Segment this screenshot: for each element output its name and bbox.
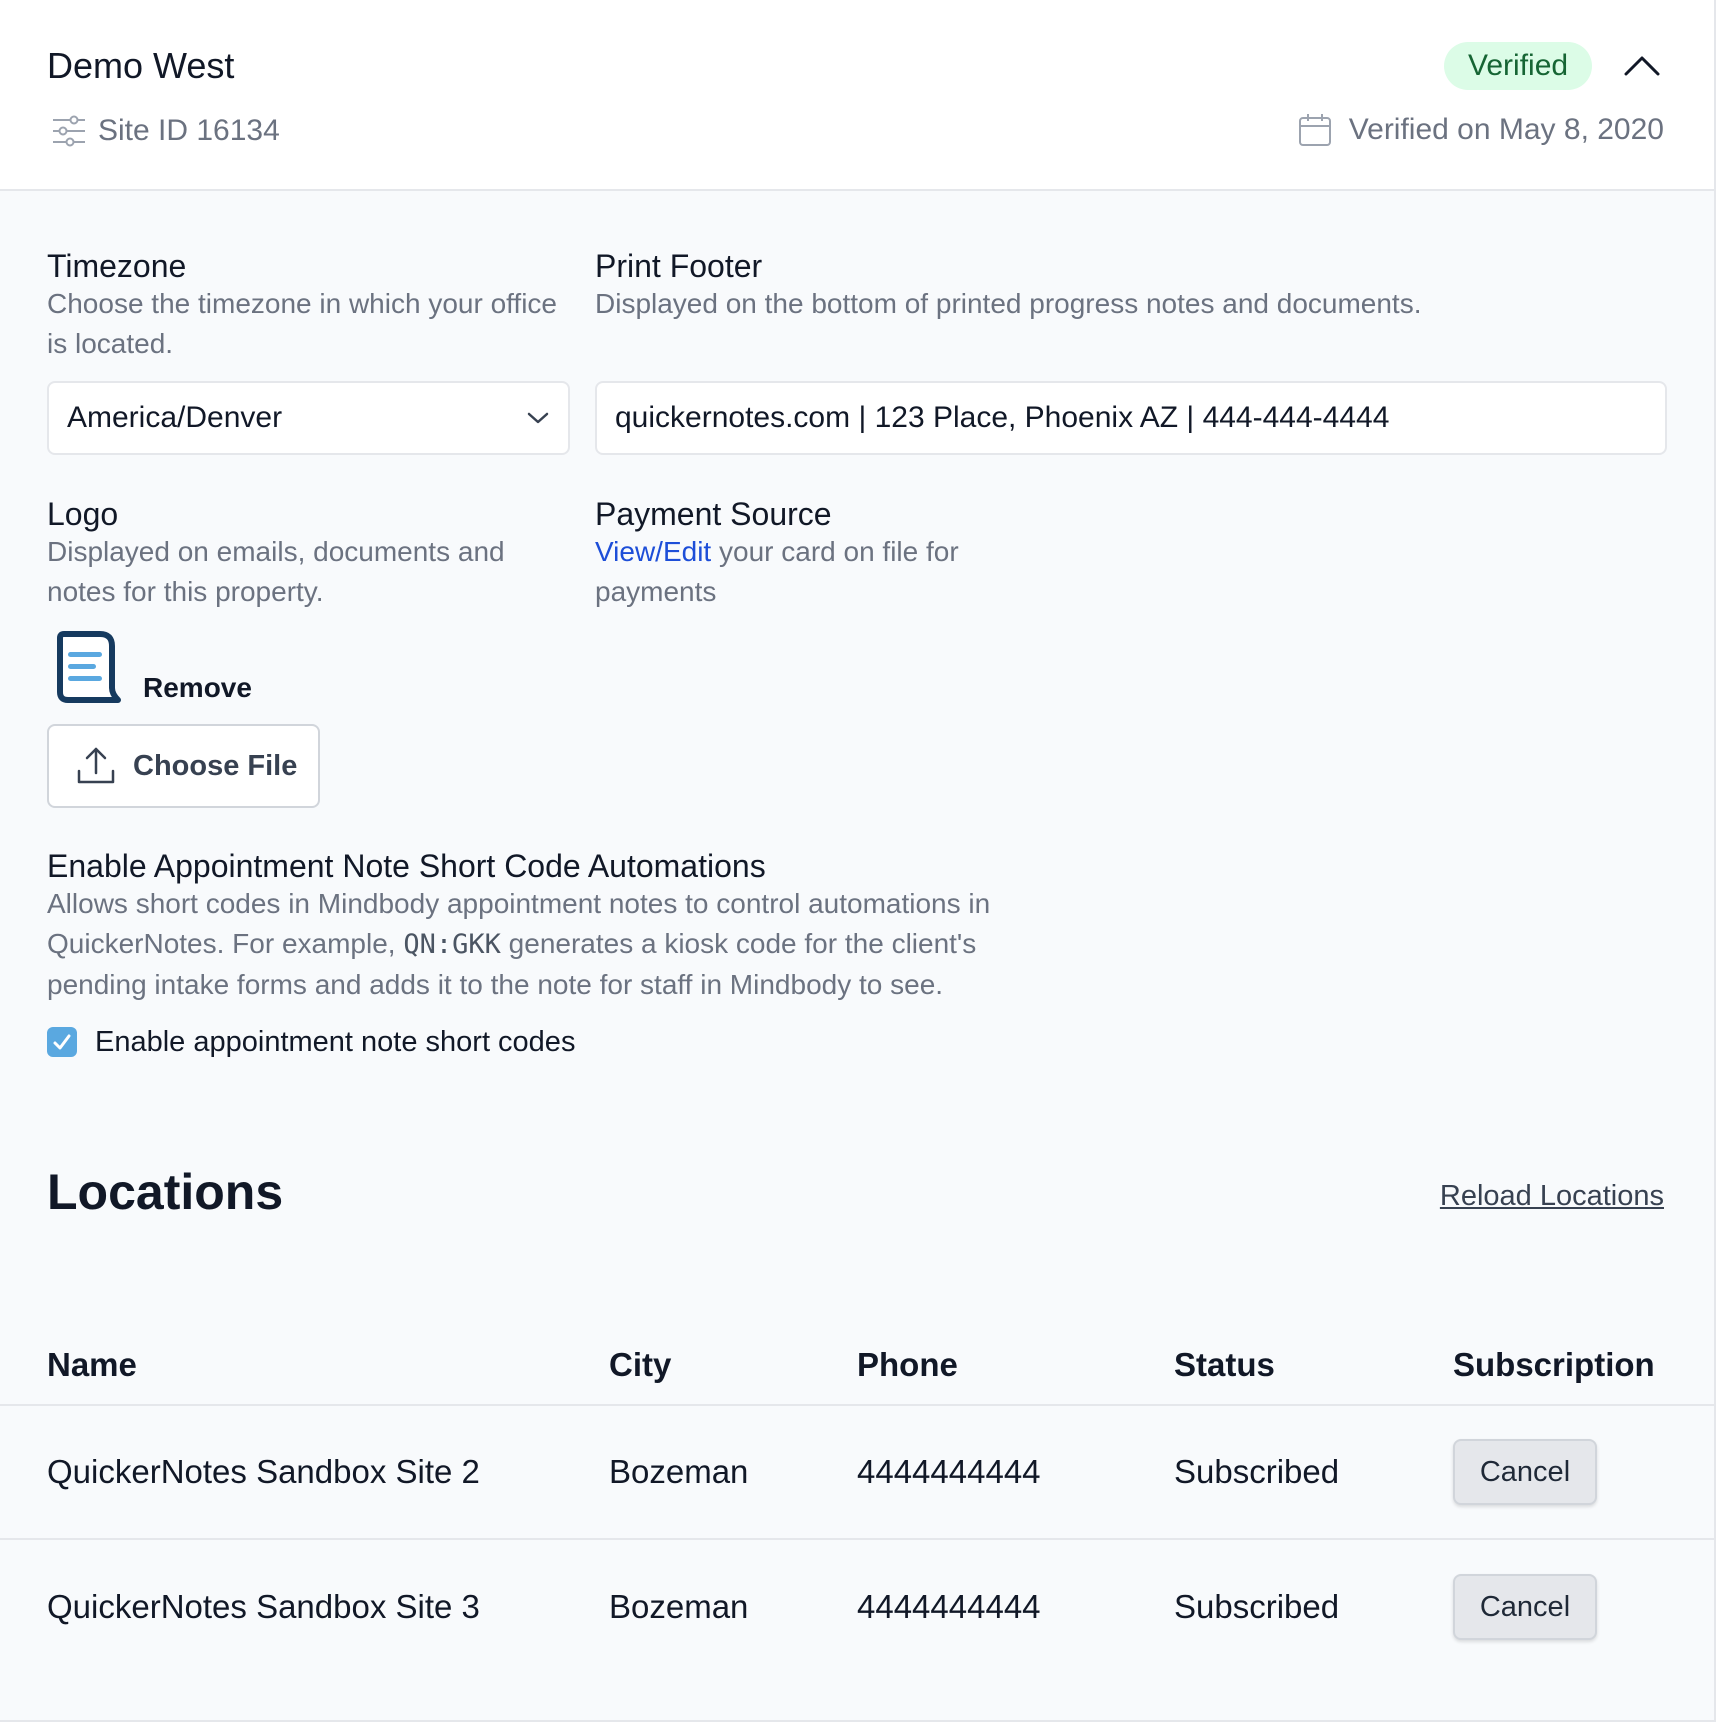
print-footer-help: Displayed on the bottom of printed progr… bbox=[595, 288, 1422, 319]
calendar-icon bbox=[1297, 112, 1333, 148]
collapse-button[interactable] bbox=[1620, 46, 1664, 86]
timezone-value: America/Denver bbox=[67, 401, 283, 434]
timezone-label: Timezone bbox=[47, 248, 187, 284]
site-card: Demo West Site ID 16134 Verified Verifie… bbox=[0, 0, 1716, 1722]
table-row: QuickerNotes Sandbox Site 2 Bozeman 4444… bbox=[0, 1406, 1714, 1540]
cancel-subscription-button[interactable]: Cancel bbox=[1453, 1574, 1597, 1640]
table-row: QuickerNotes Sandbox Site 3 Bozeman 4444… bbox=[0, 1540, 1714, 1674]
upload-icon bbox=[75, 745, 117, 787]
location-city: Bozeman bbox=[609, 1453, 749, 1490]
remove-logo-button[interactable]: Remove bbox=[143, 670, 252, 706]
location-phone: 4444444444 bbox=[857, 1453, 1041, 1490]
table-header-row: Name City Phone Status Subscription bbox=[0, 1300, 1714, 1406]
locations-title: Locations bbox=[47, 1164, 284, 1220]
site-header: Demo West Site ID 16134 Verified Verifie… bbox=[0, 0, 1714, 191]
column-header-subscription: Subscription bbox=[1453, 1346, 1655, 1383]
chevron-down-icon bbox=[526, 411, 550, 425]
view-edit-card-link[interactable]: View/Edit bbox=[595, 536, 711, 567]
verified-date-row: Verified on May 8, 2020 bbox=[1297, 112, 1664, 148]
location-status: Subscribed bbox=[1174, 1453, 1340, 1490]
timezone-help: Choose the timezone in which your office… bbox=[47, 288, 557, 359]
timezone-select[interactable]: America/Denver bbox=[47, 381, 570, 455]
payment-source-help: View/Edit your card on file for payments bbox=[595, 532, 1015, 612]
site-id: Site ID 16134 bbox=[98, 114, 280, 147]
column-header-phone: Phone bbox=[857, 1346, 958, 1383]
short-codes-label: Enable Appointment Note Short Code Autom… bbox=[47, 848, 766, 884]
short-code-example: QN:GKK bbox=[403, 929, 501, 960]
short-codes-checkbox-label[interactable]: Enable appointment note short codes bbox=[95, 1024, 575, 1060]
location-name: QuickerNotes Sandbox Site 3 bbox=[47, 1588, 480, 1625]
column-header-city: City bbox=[609, 1346, 672, 1383]
locations-table: Name City Phone Status Subscription Quic… bbox=[0, 1300, 1714, 1674]
verified-date: Verified on May 8, 2020 bbox=[1348, 113, 1664, 146]
location-name: QuickerNotes Sandbox Site 2 bbox=[47, 1453, 480, 1490]
short-codes-checkbox[interactable] bbox=[47, 1027, 77, 1057]
verified-badge: Verified bbox=[1444, 42, 1593, 90]
sliders-icon bbox=[50, 112, 88, 150]
cancel-subscription-button[interactable]: Cancel bbox=[1453, 1439, 1597, 1505]
site-id-row: Site ID 16134 bbox=[50, 112, 280, 150]
column-header-status: Status bbox=[1174, 1346, 1275, 1383]
document-logo-icon bbox=[50, 630, 124, 704]
site-name: Demo West bbox=[47, 45, 235, 86]
chevron-up-icon bbox=[1622, 54, 1662, 78]
checkmark-icon bbox=[51, 1031, 73, 1053]
payment-source-label: Payment Source bbox=[595, 496, 832, 532]
choose-file-label: Choose File bbox=[133, 749, 298, 782]
short-codes-checkbox-row: Enable appointment note short codes bbox=[47, 1024, 575, 1060]
logo-help: Displayed on emails, documents and notes… bbox=[47, 536, 505, 607]
reload-locations-link[interactable]: Reload Locations bbox=[1440, 1178, 1664, 1214]
location-status: Subscribed bbox=[1174, 1588, 1340, 1625]
print-footer-label: Print Footer bbox=[595, 248, 763, 284]
location-city: Bozeman bbox=[609, 1588, 749, 1625]
location-phone: 4444444444 bbox=[857, 1588, 1041, 1625]
logo-label: Logo bbox=[47, 496, 119, 532]
choose-file-button[interactable]: Choose File bbox=[47, 724, 320, 808]
column-header-name: Name bbox=[47, 1346, 137, 1383]
short-codes-help: Allows short codes in Mindbody appointme… bbox=[47, 884, 1077, 1005]
print-footer-input[interactable] bbox=[595, 381, 1667, 455]
